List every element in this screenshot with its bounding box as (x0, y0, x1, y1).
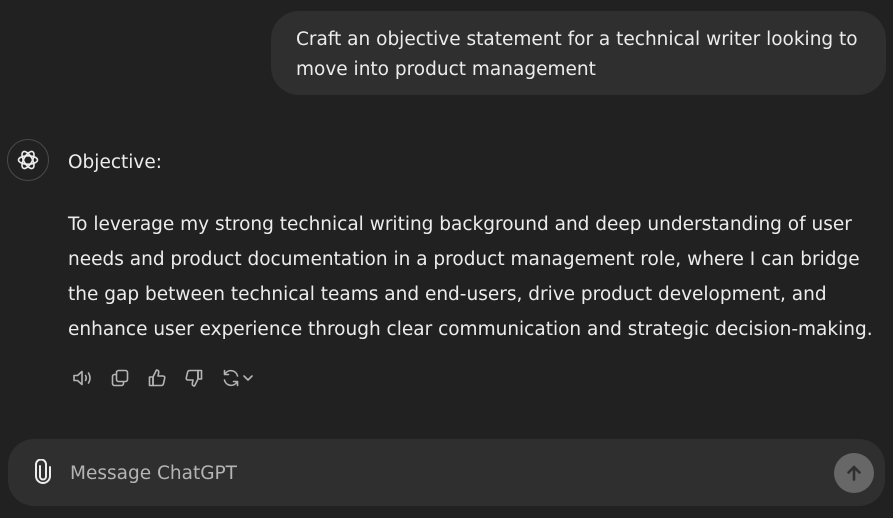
thumbs-down-icon (185, 369, 203, 387)
read-aloud-button[interactable] (68, 363, 98, 393)
assistant-response-text: To leverage my strong technical writing … (68, 214, 873, 340)
attach-button[interactable] (28, 457, 58, 487)
arrow-up-icon (847, 465, 861, 481)
message-composer (8, 439, 885, 506)
assistant-avatar (7, 139, 49, 181)
message-actions (68, 363, 267, 393)
user-message-bubble: Craft an objective statement for a techn… (271, 11, 886, 95)
bad-response-button[interactable] (179, 363, 209, 393)
thumbs-up-icon (148, 369, 166, 387)
paperclip-icon (35, 459, 51, 484)
speaker-icon (73, 370, 91, 386)
copy-button[interactable] (105, 363, 135, 393)
regenerate-icon (223, 369, 239, 387)
copy-icon (111, 369, 129, 387)
send-button[interactable] (834, 453, 874, 493)
chevron-down-icon (243, 375, 253, 381)
assistant-heading: Objective: (68, 152, 162, 173)
openai-logo-icon (17, 150, 39, 170)
regenerate-button[interactable] (216, 363, 260, 393)
message-input[interactable] (68, 456, 812, 490)
user-message-text: Craft an objective statement for a techn… (296, 29, 858, 80)
good-response-button[interactable] (142, 363, 172, 393)
